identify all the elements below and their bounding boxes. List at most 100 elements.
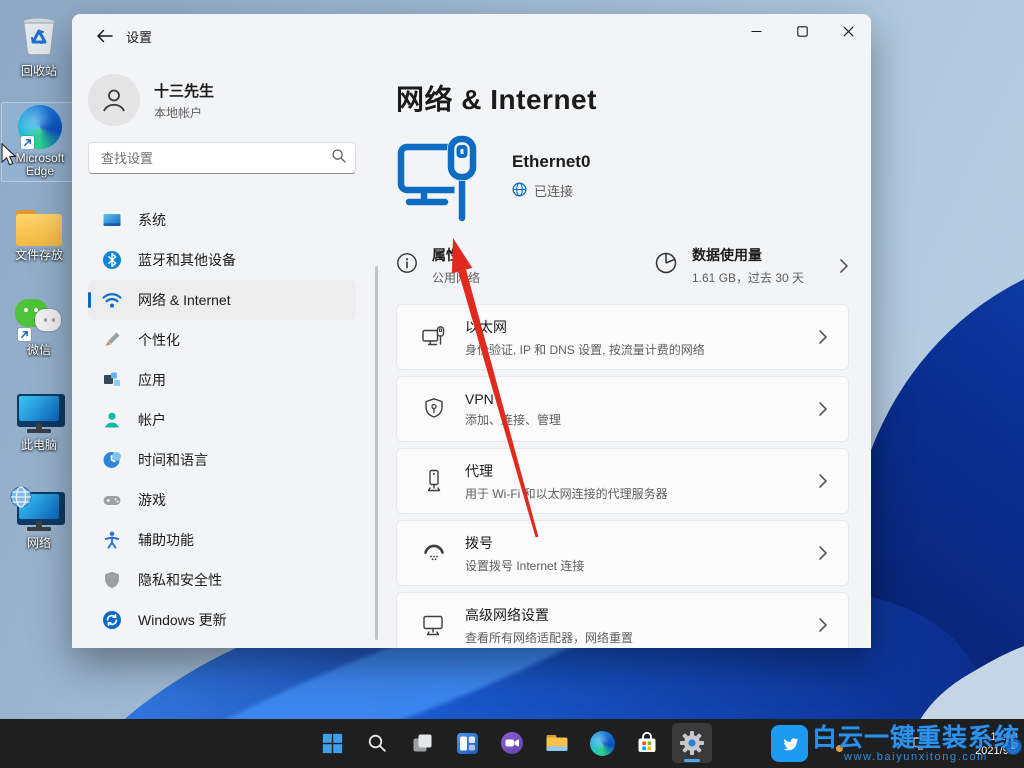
- chevron-right-icon: [818, 617, 828, 633]
- desktop-icon-edge[interactable]: Microsoft Edge: [1, 102, 79, 182]
- nav-label: 网络 & Internet: [138, 290, 231, 310]
- properties-subtitle: 公用网络: [432, 269, 480, 286]
- nav-item-windows-update[interactable]: Windows 更新: [88, 600, 356, 640]
- maximize-button[interactable]: [779, 14, 825, 48]
- properties-title: 属性: [432, 245, 480, 265]
- info-icon: [396, 252, 418, 279]
- desktop-icon-wechat[interactable]: 微信: [1, 297, 77, 357]
- nav-item-system[interactable]: 系统: [88, 200, 356, 240]
- network-icon: [15, 492, 63, 534]
- nav-item-gaming[interactable]: 游戏: [88, 480, 356, 520]
- wifi-icon: [102, 290, 122, 310]
- nav-item-accounts[interactable]: 帐户: [88, 400, 356, 440]
- dialup-phone-icon: [419, 540, 449, 566]
- card-ethernet[interactable]: 以太网 身份验证, IP 和 DNS 设置, 按流量计费的网络: [396, 304, 849, 370]
- desktop-icon-this-pc[interactable]: 此电脑: [1, 394, 77, 452]
- minimize-button[interactable]: [733, 14, 779, 48]
- desktop-icon-recycle-bin[interactable]: 回收站: [1, 11, 77, 78]
- settings-button[interactable]: [672, 723, 712, 763]
- card-vpn[interactable]: VPN 添加、连接、管理: [396, 376, 849, 442]
- pie-chart-icon: [654, 251, 678, 280]
- connection-name: Ethernet0: [512, 152, 590, 172]
- nav-item-time-language[interactable]: 时间和语言: [88, 440, 356, 480]
- back-button[interactable]: [90, 22, 118, 50]
- ethernet-icon: [419, 324, 449, 350]
- card-title: 高级网络设置: [465, 605, 633, 625]
- sidebar-scrollbar[interactable]: [375, 266, 378, 640]
- desktop-icon-label: 网络: [27, 537, 51, 550]
- user-name: 十三先生: [154, 80, 214, 101]
- start-button[interactable]: [312, 723, 352, 763]
- shortcut-arrow-icon: [21, 136, 34, 149]
- card-subtitle: 添加、连接、管理: [465, 411, 561, 428]
- data-usage-subtitle: 1.61 GB，过去 30 天: [692, 269, 804, 286]
- nav-item-personalization[interactable]: 个性化: [88, 320, 356, 360]
- vpn-shield-icon: [419, 396, 449, 422]
- store-button[interactable]: [627, 723, 667, 763]
- titlebar: 设置: [72, 14, 871, 58]
- wechat-icon: [15, 297, 63, 341]
- settings-sidebar: 十三先生 本地帐户 系统: [72, 58, 372, 648]
- settings-nav: 系统 蓝牙和其他设备 网络 & Internet: [88, 200, 356, 640]
- nav-label: 帐户: [138, 410, 166, 430]
- bluetooth-icon: [102, 250, 122, 270]
- data-usage-title: 数据使用量: [692, 245, 804, 265]
- card-dialup[interactable]: 拨号 设置拨号 Internet 连接: [396, 520, 849, 586]
- nav-item-privacy-security[interactable]: 隐私和安全性: [88, 560, 356, 600]
- notification-badge[interactable]: 3: [1005, 738, 1022, 755]
- nav-item-accessibility[interactable]: 辅助功能: [88, 520, 356, 560]
- connection-status: 已连接: [534, 181, 573, 200]
- desktop-icon-network[interactable]: 网络: [1, 492, 77, 550]
- properties-block[interactable]: 属性 公用网络: [396, 245, 654, 286]
- card-subtitle: 查看所有网络适配器，网络重置: [465, 629, 633, 646]
- card-advanced-network[interactable]: 高级网络设置 查看所有网络适配器，网络重置: [396, 592, 849, 648]
- card-subtitle: 用于 Wi-Fi 和以太网连接的代理服务器: [465, 485, 668, 502]
- tray-hidden-icon[interactable]: [836, 745, 843, 752]
- taskbar-search-button[interactable]: [357, 723, 397, 763]
- page-title: 网络 & Internet: [396, 78, 849, 118]
- nav-label: 系统: [138, 210, 166, 230]
- recycle-bin-icon: [16, 11, 62, 62]
- settings-window: 设置: [72, 14, 871, 648]
- nav-label: 蓝牙和其他设备: [138, 250, 236, 270]
- twitter-button[interactable]: [771, 725, 808, 762]
- search-icon[interactable]: [331, 148, 347, 169]
- search-input[interactable]: [99, 150, 331, 167]
- nav-label: 辅助功能: [138, 530, 194, 550]
- widgets-button[interactable]: [447, 723, 487, 763]
- task-view-button[interactable]: [402, 723, 442, 763]
- info-row: 属性 公用网络 数据使用量 1.61 GB，过去 30 天: [396, 245, 849, 286]
- nav-item-apps[interactable]: 应用: [88, 360, 356, 400]
- card-proxy[interactable]: 代理 用于 Wi-Fi 和以太网连接的代理服务器: [396, 448, 849, 514]
- nav-label: 应用: [138, 370, 166, 390]
- chevron-right-icon: [818, 473, 828, 489]
- edge-button[interactable]: [582, 723, 622, 763]
- chat-button[interactable]: [492, 723, 532, 763]
- nav-item-bluetooth-devices[interactable]: 蓝牙和其他设备: [88, 240, 356, 280]
- close-button[interactable]: [825, 14, 871, 48]
- nav-label: Windows 更新: [138, 610, 227, 630]
- shield-icon: [102, 570, 122, 590]
- window-title: 设置: [126, 27, 152, 46]
- desktop-icon-label: 此电脑: [21, 439, 57, 452]
- settings-cards: 以太网 身份验证, IP 和 DNS 设置, 按流量计费的网络 VPN: [396, 304, 849, 648]
- tray-display-icon[interactable]: [913, 737, 928, 755]
- data-usage-block[interactable]: 数据使用量 1.61 GB，过去 30 天: [654, 245, 804, 286]
- brush-icon: [102, 330, 122, 350]
- apps-icon: [102, 370, 122, 390]
- card-title: 代理: [465, 461, 668, 481]
- chevron-right-icon: [818, 401, 828, 417]
- user-account[interactable]: 十三先生 本地帐户: [88, 74, 356, 126]
- nav-label: 隐私和安全性: [138, 570, 222, 590]
- search-box[interactable]: [88, 142, 356, 174]
- desktop-icon-label: 微信: [27, 344, 51, 357]
- desktop-icon-files-folder[interactable]: 文件存放: [1, 204, 77, 262]
- system-icon: [102, 210, 122, 230]
- gamepad-icon: [102, 490, 122, 510]
- nav-item-network-internet[interactable]: 网络 & Internet: [88, 280, 356, 320]
- file-explorer-button[interactable]: [537, 723, 577, 763]
- account-icon: [102, 410, 122, 430]
- card-subtitle: 身份验证, IP 和 DNS 设置, 按流量计费的网络: [465, 341, 705, 358]
- nav-label: 游戏: [138, 490, 166, 510]
- edge-icon: [18, 105, 62, 149]
